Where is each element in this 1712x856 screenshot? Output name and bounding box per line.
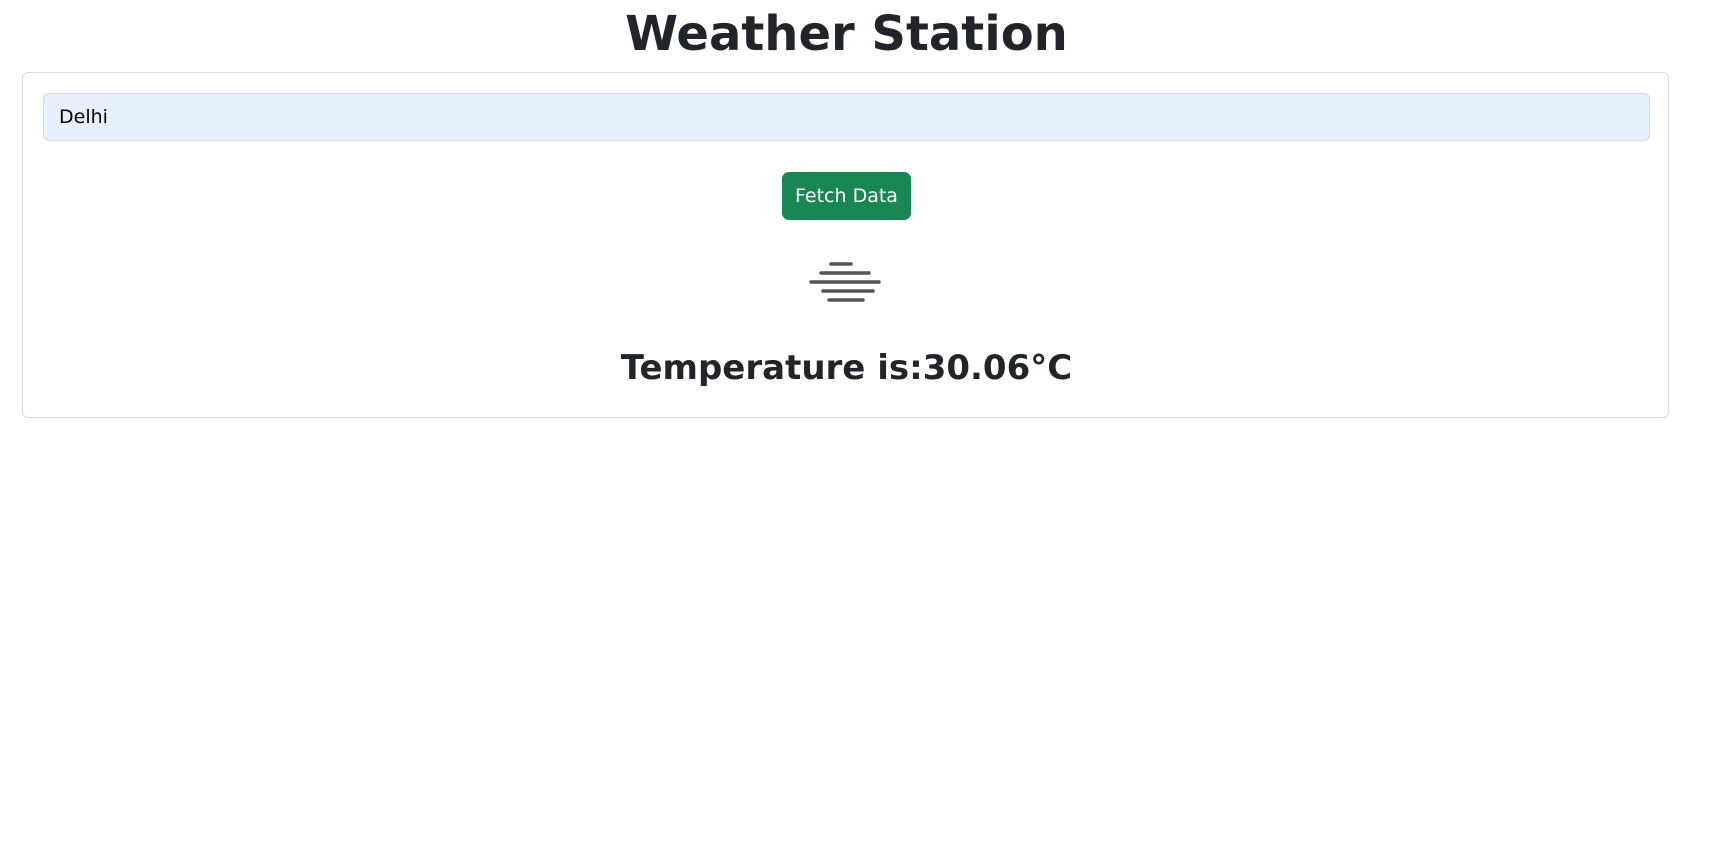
mist-icon (809, 262, 881, 302)
temperature-readout: Temperature is:30.06°C (23, 345, 1670, 391)
page-title: Weather Station (625, 6, 1068, 62)
city-input[interactable] (43, 93, 1650, 141)
fetch-data-button[interactable]: Fetch Data (782, 172, 911, 220)
weather-card: Fetch Data Temperature is:30.06°C (22, 72, 1669, 418)
temperature-value: 30.06 (922, 348, 1031, 388)
temperature-unit: °C (1030, 348, 1073, 388)
temperature-label: Temperature is: (620, 348, 923, 388)
